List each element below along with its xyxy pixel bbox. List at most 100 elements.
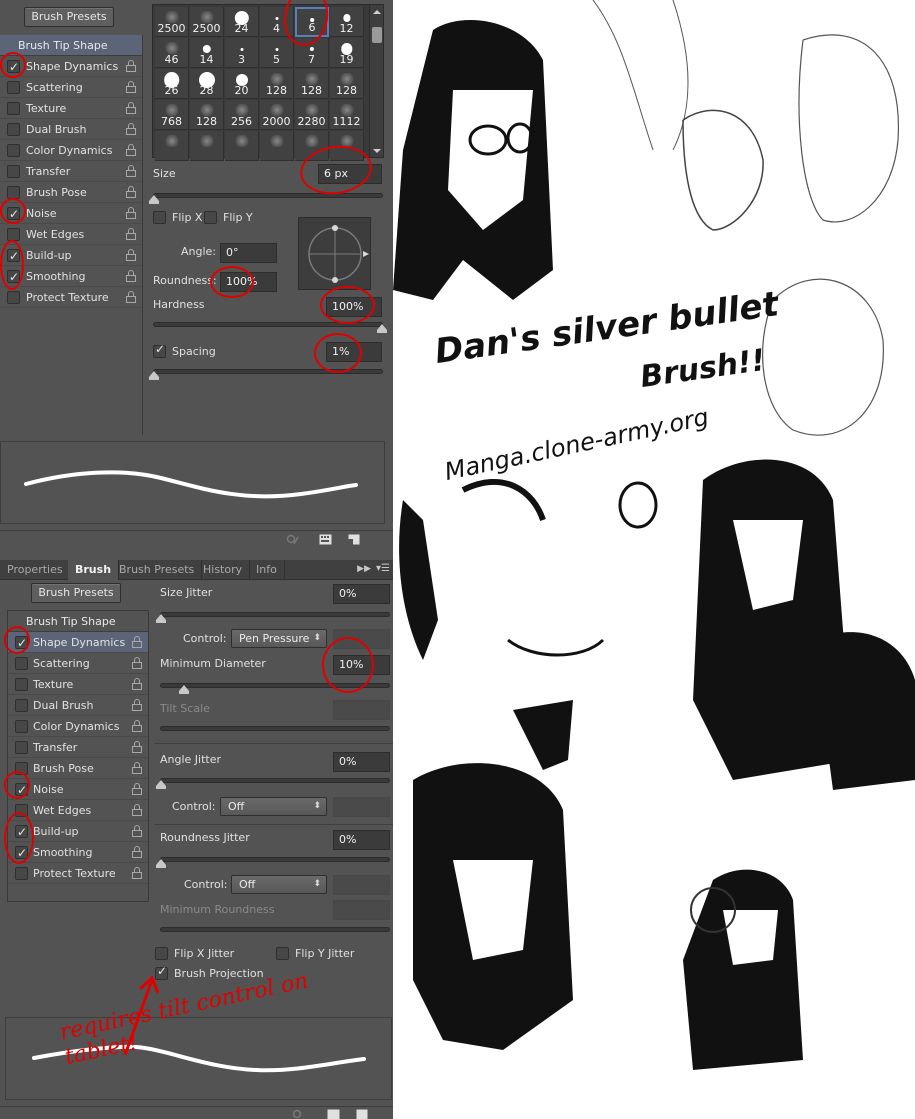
scroll-up-icon[interactable] (373, 10, 381, 14)
list-item-protect-texture[interactable]: Protect Texture (0, 287, 142, 308)
brush-tile[interactable] (295, 131, 329, 161)
unlock-icon[interactable] (126, 186, 136, 198)
list-item-color-dynamics[interactable]: Color Dynamics (8, 716, 148, 737)
spacing-field[interactable]: 1% (326, 342, 382, 362)
option-checkbox[interactable] (15, 843, 28, 864)
scroll-thumb[interactable] (372, 27, 382, 43)
flip-x-checkbox[interactable] (153, 211, 166, 224)
hardness-field[interactable]: 100% (326, 297, 382, 317)
toggle-live-tip-icon[interactable] (292, 1109, 305, 1119)
roundness-field[interactable]: 100% (220, 272, 277, 292)
option-checkbox[interactable] (7, 57, 20, 78)
scroll-down-icon[interactable] (373, 149, 381, 153)
unlock-icon[interactable] (126, 228, 136, 240)
panel-menu-icon[interactable]: ▾☰ (376, 563, 390, 574)
brush-tile[interactable]: 768 (155, 100, 189, 130)
flip-y-checkbox[interactable] (204, 211, 217, 224)
brush-tile[interactable]: 1112 (330, 100, 364, 130)
option-checkbox[interactable] (7, 204, 20, 225)
brush-presets-button[interactable]: Brush Presets (24, 7, 114, 27)
unlock-icon[interactable] (132, 846, 142, 858)
brush-tile[interactable]: 6 (295, 7, 329, 37)
brush-tile[interactable] (155, 131, 189, 161)
option-checkbox[interactable] (15, 762, 28, 775)
option-checkbox[interactable] (15, 699, 28, 712)
list-item-scattering[interactable]: Scattering (8, 653, 148, 674)
spacing-slider-knob[interactable] (149, 371, 159, 380)
brush-tile[interactable]: 12 (330, 7, 364, 37)
hardness-slider-knob[interactable] (377, 324, 387, 333)
option-checkbox[interactable] (7, 102, 20, 115)
size-jitter-knob[interactable] (156, 614, 166, 623)
option-checkbox[interactable] (15, 720, 28, 733)
list-item-transfer[interactable]: Transfer (8, 737, 148, 758)
brush-tip-shape-item[interactable]: Brush Tip Shape (0, 35, 142, 56)
list-item-shape-dynamics[interactable]: Shape Dynamics (8, 632, 148, 654)
option-checkbox[interactable] (15, 741, 28, 754)
list-item-build-up[interactable]: Build-up (0, 245, 142, 267)
brush-tile[interactable]: 2280 (295, 100, 329, 130)
list-item-protect-texture[interactable]: Protect Texture (8, 863, 148, 884)
brush-tile[interactable]: 128 (330, 69, 364, 99)
brush-tile[interactable]: 7 (295, 38, 329, 68)
angle-jitter-slider[interactable] (156, 778, 390, 789)
size-jitter-field[interactable]: 0% (333, 584, 390, 604)
size-jitter-slider[interactable] (156, 612, 390, 623)
unlock-icon[interactable] (132, 636, 142, 648)
tab-properties[interactable]: Properties (0, 560, 71, 580)
brush-tile[interactable]: 28 (190, 69, 224, 99)
option-checkbox[interactable] (7, 81, 20, 94)
flip-x-jitter-checkbox[interactable] (155, 947, 168, 960)
list-item-dual-brush[interactable]: Dual Brush (0, 119, 142, 140)
brush-tile[interactable]: 128 (190, 100, 224, 130)
unlock-icon[interactable] (126, 81, 136, 93)
brush-tile[interactable]: 20 (225, 69, 259, 99)
brush-tile[interactable]: 14 (190, 38, 224, 68)
unlock-icon[interactable] (132, 699, 142, 711)
roundness-jitter-field[interactable]: 0% (333, 830, 390, 850)
option-checkbox[interactable] (7, 123, 20, 136)
option-checkbox[interactable] (7, 246, 20, 267)
new-preset-icon[interactable] (356, 1109, 369, 1119)
angle-roundness-widget[interactable] (298, 217, 371, 290)
min-diameter-slider[interactable] (160, 683, 390, 694)
brush-tile[interactable] (260, 131, 294, 161)
unlock-icon[interactable] (132, 720, 142, 732)
unlock-icon[interactable] (132, 762, 142, 774)
list-item-texture[interactable]: Texture (0, 98, 142, 119)
angle-field[interactable]: 0° (220, 243, 277, 263)
unlock-icon[interactable] (132, 825, 142, 837)
brush-tile[interactable] (330, 131, 364, 161)
unlock-icon[interactable] (126, 123, 136, 135)
angle-jitter-field[interactable]: 0% (333, 752, 390, 772)
brush-tile[interactable]: 256 (225, 100, 259, 130)
roundness-jitter-slider[interactable] (156, 857, 390, 868)
brush-tile[interactable]: 26 (155, 69, 189, 99)
option-checkbox[interactable] (15, 822, 28, 843)
brush-tile[interactable]: 2000 (260, 100, 294, 130)
list-item-noise[interactable]: Noise (0, 203, 142, 225)
unlock-icon[interactable] (126, 291, 136, 303)
option-checkbox[interactable] (7, 291, 20, 304)
size-control-dropdown[interactable]: Pen Pressure ⬍ (231, 629, 327, 648)
flip-y-jitter-checkbox[interactable] (276, 947, 289, 960)
tab-history[interactable]: History (196, 560, 251, 580)
unlock-icon[interactable] (126, 60, 136, 72)
unlock-icon[interactable] (132, 804, 142, 816)
option-checkbox[interactable] (7, 267, 20, 288)
brush-tile[interactable]: 5 (260, 38, 294, 68)
option-checkbox[interactable] (15, 804, 28, 817)
unlock-icon[interactable] (132, 867, 142, 879)
brush-tile[interactable]: 128 (295, 69, 329, 99)
list-item-transfer[interactable]: Transfer (0, 161, 142, 182)
unlock-icon[interactable] (126, 249, 136, 261)
list-item-texture[interactable]: Texture (8, 674, 148, 695)
min-diameter-knob[interactable] (178, 685, 189, 694)
option-checkbox[interactable] (7, 165, 20, 178)
option-checkbox[interactable] (15, 867, 28, 880)
list-item-dual-brush[interactable]: Dual Brush (8, 695, 148, 716)
list-item-color-dynamics[interactable]: Color Dynamics (0, 140, 142, 161)
unlock-icon[interactable] (126, 207, 136, 219)
angle-jitter-knob[interactable] (156, 780, 166, 789)
unlock-icon[interactable] (126, 102, 136, 114)
